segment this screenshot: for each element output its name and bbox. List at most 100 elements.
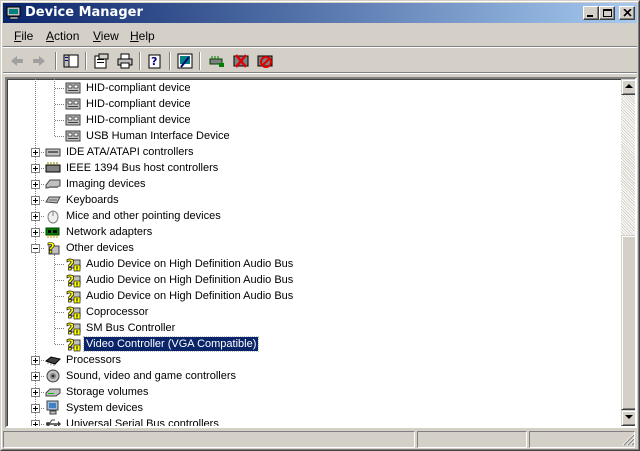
back-button[interactable] [7, 52, 27, 70]
toolbar-separator [199, 52, 201, 70]
svg-text:?: ? [66, 336, 75, 352]
forward-button[interactable] [29, 52, 49, 70]
status-pane-2 [417, 431, 527, 448]
tree-item-label: Coprocessor [86, 306, 149, 318]
hid-icon [65, 96, 81, 112]
window-title: Device Manager [25, 5, 143, 20]
tree-item-label: IEEE 1394 Bus host controllers [66, 162, 219, 174]
expand-button[interactable] [31, 372, 40, 381]
expand-button[interactable] [31, 148, 40, 157]
expand-button[interactable] [31, 356, 40, 365]
close-button[interactable] [619, 6, 635, 20]
tree-device-row[interactable]: ? Audio Device on High Definition Audio B… [7, 272, 619, 290]
tree-item-label: USB Human Interface Device [86, 130, 230, 142]
tree-device-row[interactable]: HID-compliant device [7, 112, 619, 128]
warning-device-icon: ? [65, 336, 81, 354]
forward-icon [33, 56, 45, 66]
show-hide-console-tree-icon [63, 54, 79, 68]
tree-device-row[interactable]: ? Audio Device on High Definition Audio B… [7, 288, 619, 306]
minimize-button[interactable] [583, 6, 599, 20]
tree-category-row[interactable]: IEEE 1394 Bus host controllers [7, 160, 619, 176]
tree-category-row[interactable]: System devices [7, 400, 619, 416]
tree-item-label: Mice and other pointing devices [66, 210, 221, 222]
scroll-up-button[interactable] [621, 79, 635, 95]
expand-button[interactable] [31, 164, 40, 173]
uninstall-button[interactable] [231, 52, 251, 70]
tree-item-label: Universal Serial Bus controllers [66, 418, 219, 426]
tree-item-label: Audio Device on High Definition Audio Bu… [86, 274, 294, 286]
tree-category-row[interactable]: Storage volumes [7, 384, 619, 400]
tree-device-row[interactable]: ? Video Controller (VGA Compatible) [7, 336, 619, 354]
tree-item-label: HID-compliant device [86, 82, 191, 94]
tree-connector [55, 296, 64, 297]
menu-help[interactable]: Help [130, 29, 155, 43]
help-icon: ? [148, 54, 161, 69]
scan-hardware-button[interactable] [175, 52, 195, 70]
expand-button[interactable] [31, 388, 40, 397]
tree-device-row[interactable]: USB Human Interface Device [7, 128, 619, 144]
system-devices-icon [45, 400, 61, 416]
arrow-up-icon [625, 84, 633, 88]
device-tree[interactable]: HID-compliant device HID-compliant device… [5, 77, 637, 428]
warning-device-icon: ? [65, 320, 81, 338]
menu-bar: File Action View Help [3, 25, 637, 47]
unknown-device-icon: ? [45, 240, 61, 257]
tree-category-row[interactable]: Network adapters [7, 224, 619, 240]
tree-category-row[interactable]: Universal Serial Bus controllers [7, 416, 619, 426]
expand-button[interactable] [31, 404, 40, 413]
tree-item-label: Video Controller (VGA Compatible) [82, 336, 260, 352]
expand-button[interactable] [31, 180, 40, 189]
tree-item-label: Keyboards [66, 194, 119, 206]
sound-icon [45, 368, 61, 384]
show-hide-console-tree-button[interactable] [61, 52, 81, 70]
status-pane-main [3, 431, 415, 448]
back-icon [11, 56, 23, 66]
network-adapter-icon [45, 224, 61, 240]
tree-device-row[interactable]: ? Audio Device on High Definition Audio B… [7, 256, 619, 274]
expand-button[interactable] [31, 196, 40, 205]
arrow-down-icon [625, 415, 633, 419]
uninstall-icon [233, 54, 249, 68]
maximize-button[interactable] [599, 6, 615, 20]
tree-category-row[interactable]: Imaging devices [7, 176, 619, 192]
tree-category-row[interactable]: Processors [7, 352, 619, 368]
scroll-down-button[interactable] [621, 410, 635, 426]
tree-item-label: Imaging devices [66, 178, 146, 190]
scrollbar-thumb[interactable] [621, 235, 635, 410]
tree-device-row[interactable]: ? SM Bus Controller [7, 320, 619, 338]
expand-button[interactable] [31, 212, 40, 221]
tree-device-row[interactable]: HID-compliant device [7, 96, 619, 112]
disable-button[interactable] [255, 52, 275, 70]
vertical-scrollbar[interactable] [621, 79, 635, 426]
hid-icon [65, 80, 81, 96]
maximize-icon [603, 9, 612, 17]
help-button[interactable]: ? [145, 52, 165, 70]
tree-category-row[interactable]: ? Other devices [7, 240, 619, 257]
tree-category-row[interactable]: Keyboards [7, 192, 619, 208]
expand-button[interactable] [31, 420, 40, 426]
expand-button[interactable] [31, 228, 40, 237]
title-bar[interactable]: Device Manager [3, 3, 637, 23]
disable-icon [257, 55, 273, 68]
menu-action[interactable]: Action [46, 29, 79, 43]
tree-device-row[interactable]: HID-compliant device [7, 80, 619, 96]
svg-text:?: ? [66, 256, 75, 272]
menu-file[interactable]: File [14, 29, 33, 43]
update-driver-icon [209, 56, 224, 67]
menu-view[interactable]: View [93, 29, 119, 43]
resize-grip-icon[interactable] [621, 432, 635, 446]
toolbar-separator [169, 52, 171, 70]
tree-category-row[interactable]: IDE ATA/ATAPI controllers [7, 144, 619, 160]
tree-item-label: Audio Device on High Definition Audio Bu… [86, 258, 294, 270]
update-driver-button[interactable] [207, 52, 227, 70]
tree-category-row[interactable]: Mice and other pointing devices [7, 208, 619, 224]
tree-device-row[interactable]: ? Coprocessor [7, 304, 619, 322]
tree-connector [55, 136, 64, 137]
svg-text:?: ? [151, 55, 157, 68]
properties-button[interactable] [91, 52, 111, 70]
print-button[interactable] [115, 52, 135, 70]
collapse-button[interactable] [31, 244, 40, 253]
svg-text:?: ? [66, 288, 75, 304]
tree-connector [55, 104, 64, 105]
tree-category-row[interactable]: Sound, video and game controllers [7, 368, 619, 384]
